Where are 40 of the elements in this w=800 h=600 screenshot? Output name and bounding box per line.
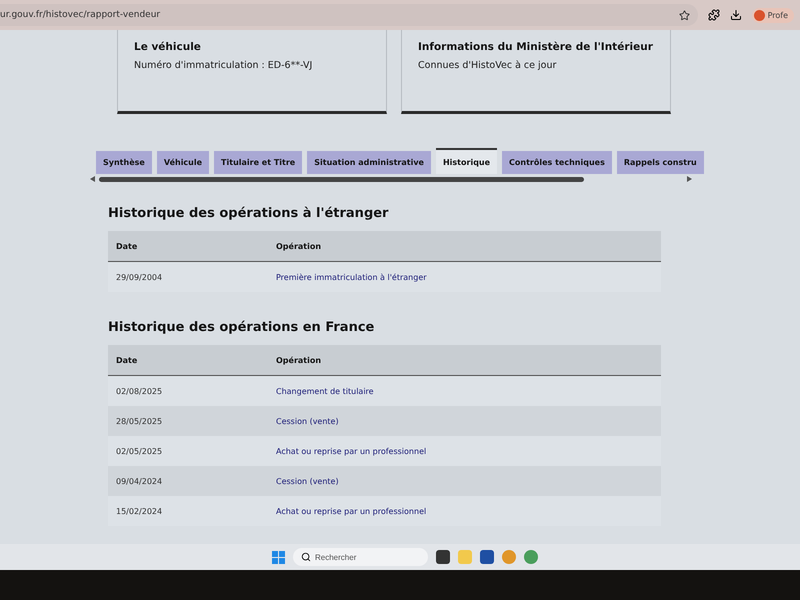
address-bar[interactable]: ur.gouv.fr/histovec/rapport-vendeur	[0, 4, 698, 26]
operation-cell-text: Cession (vente)	[276, 476, 340, 486]
operation-cell-text: Achat ou reprise par un professionnel	[276, 446, 428, 456]
card-text: Numéro d'immatriculation : ED-6**-VJ	[134, 60, 314, 71]
section-title: Historique des opérations en France	[108, 320, 376, 335]
card-text: Connues d'HistoVec à ce jour	[418, 60, 558, 71]
operation-cell-text: Changement de titulaire	[276, 386, 375, 396]
date-cell-text: 28/05/2025	[116, 416, 164, 426]
date-cell-text: 15/02/2024	[116, 506, 164, 516]
column-header: Opération	[276, 356, 322, 364]
extensions-icon[interactable]	[708, 9, 720, 21]
date-cell-text: 09/04/2024	[116, 476, 164, 486]
tab[interactable]: Contrôles techniques	[502, 151, 612, 174]
tab[interactable]: Rappels constru	[616, 151, 704, 174]
bookmark-star-icon[interactable]	[678, 10, 690, 20]
operation-cell-text: Achat ou reprise par un professionnel	[276, 506, 428, 516]
search-icon	[301, 552, 311, 562]
tab[interactable]: Synthèse	[96, 151, 152, 174]
date-cell-text: 02/08/2025	[116, 386, 164, 396]
scrollbar-thumb[interactable]	[99, 176, 584, 182]
profile-button[interactable]: Profe	[752, 8, 794, 22]
taskbar-search-field[interactable]: Rechercher	[293, 548, 428, 566]
card-title: Informations du Ministère de l'Intérieur	[418, 40, 654, 54]
date-cell-text: 29/09/2004	[116, 272, 164, 282]
operation-cell-text: Première immatriculation à l'étranger	[276, 272, 428, 282]
column-header: Date	[116, 356, 138, 364]
tab[interactable]: Situation administrative	[307, 151, 431, 174]
column-header: Opération	[276, 242, 322, 250]
download-icon[interactable]	[730, 9, 742, 21]
operation-cell-text: Cession (vente)	[276, 416, 340, 426]
tab[interactable]: Véhicule	[156, 151, 210, 174]
card-title: Le véhicule	[134, 40, 202, 54]
scroll-left-icon[interactable]	[90, 176, 95, 182]
tab[interactable]: Titulaire et Titre	[214, 151, 302, 174]
section-title: Historique des opérations à l'étranger	[108, 206, 390, 221]
date-cell-text: 02/05/2025	[116, 446, 164, 456]
scroll-right-icon[interactable]	[687, 176, 692, 182]
windows-logo-icon[interactable]	[272, 550, 285, 564]
column-header: Date	[116, 242, 138, 250]
tab[interactable]: Historique	[436, 148, 498, 174]
